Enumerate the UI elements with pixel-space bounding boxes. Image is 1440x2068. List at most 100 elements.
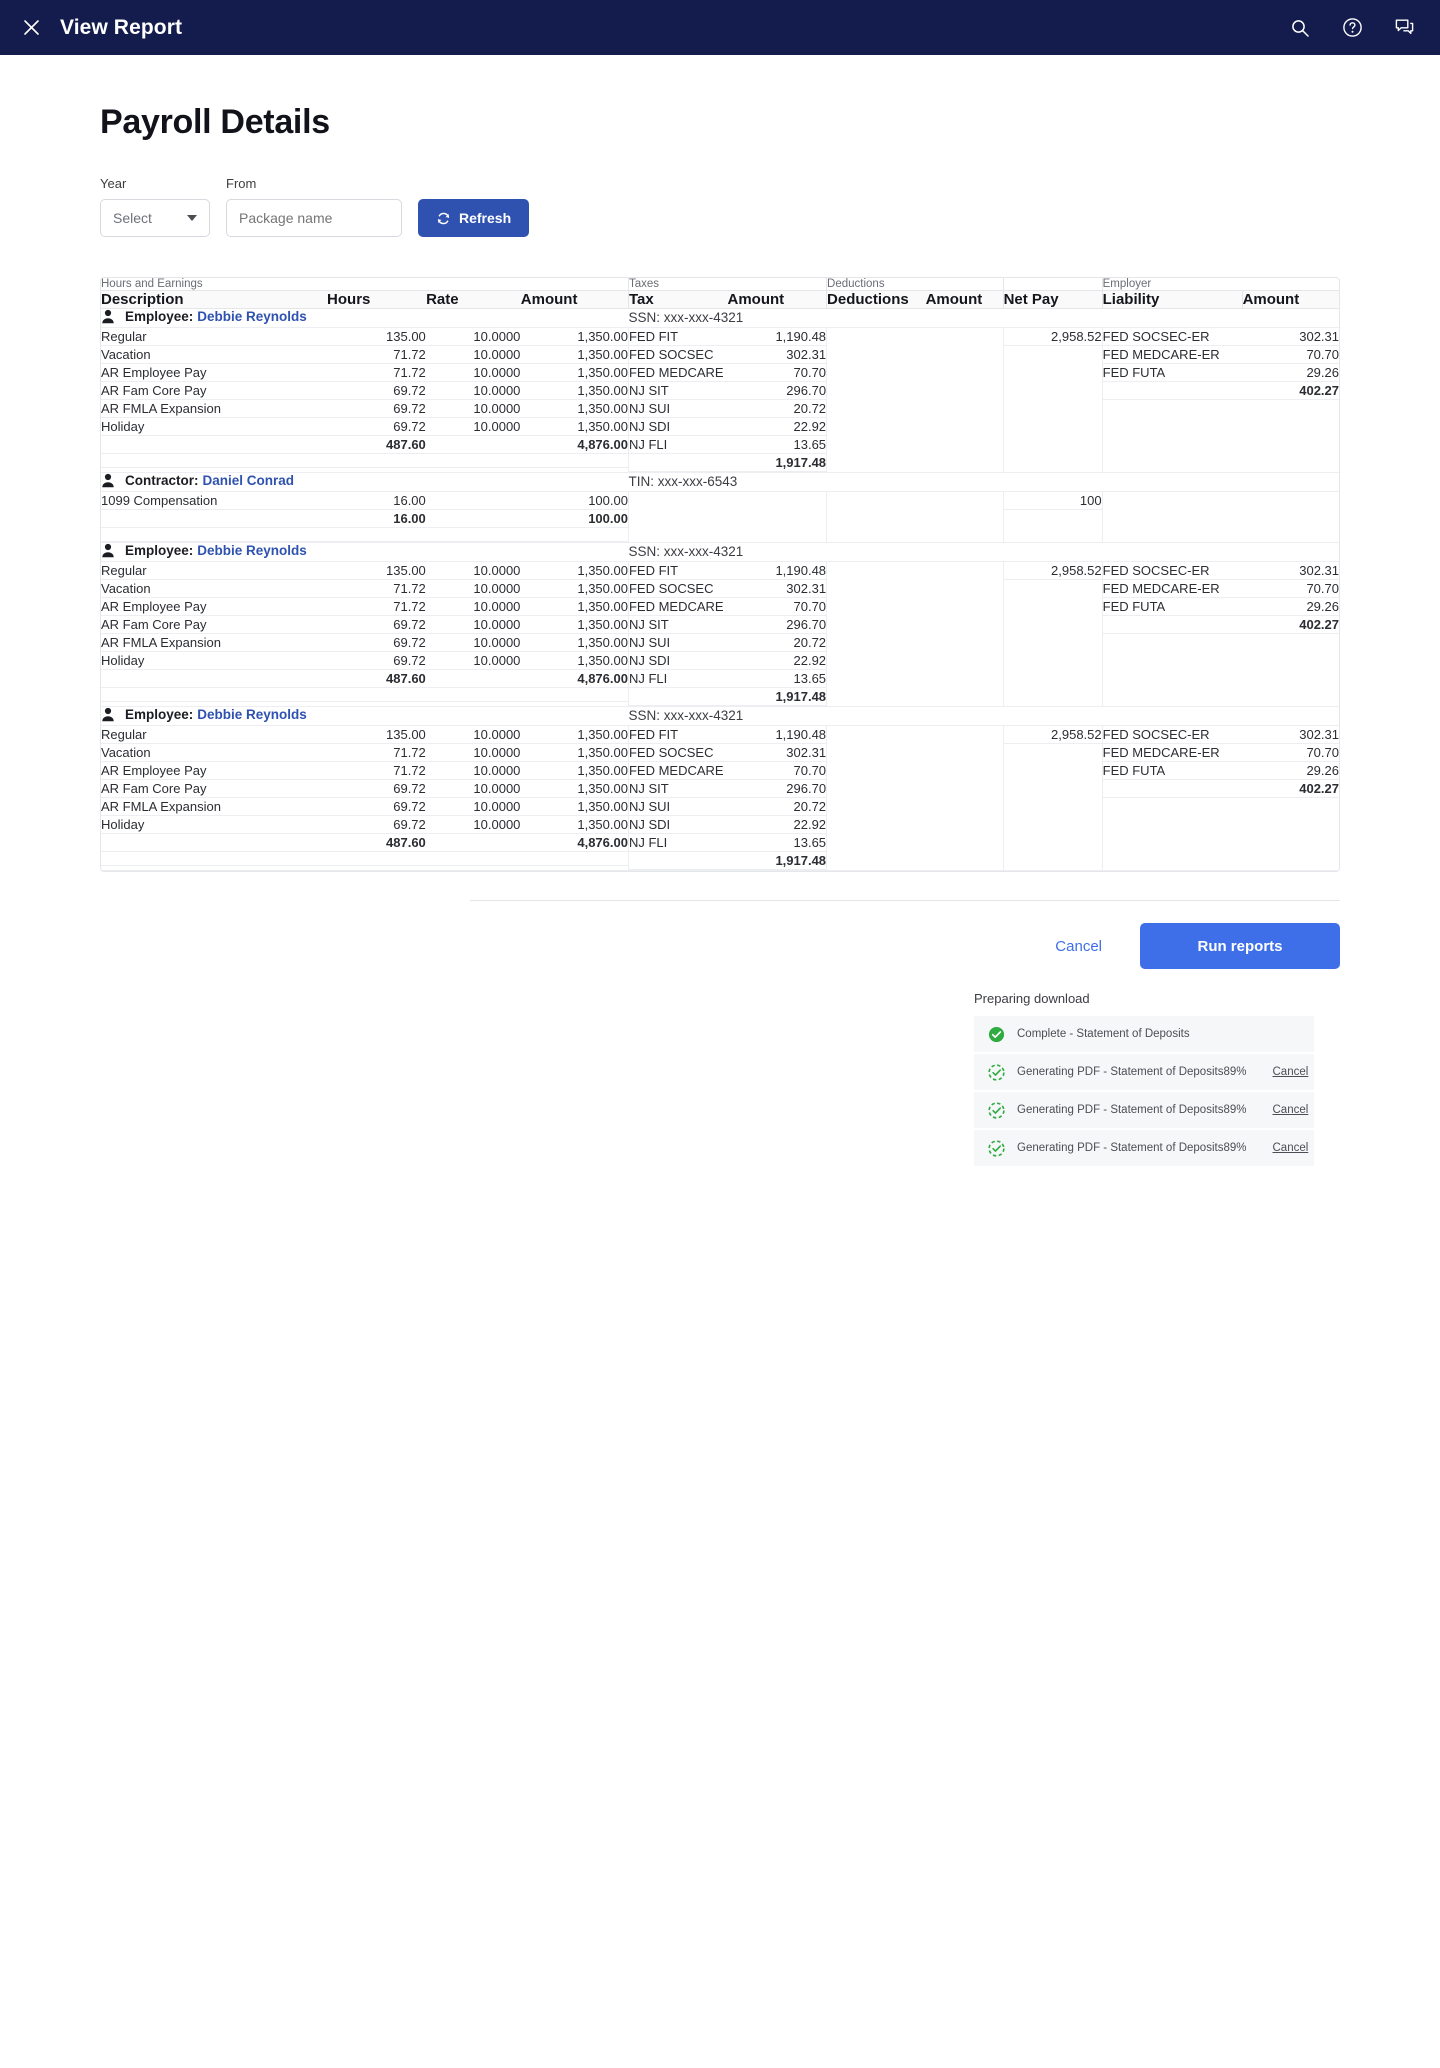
- taxes-total-spacer: [628, 851, 728, 870]
- download-row: Generating PDF - Statement of Deposits 89…: [974, 1130, 1314, 1166]
- earnings-total-hours: 487.60: [326, 435, 426, 454]
- download-cancel-link[interactable]: Cancel: [1273, 1142, 1309, 1154]
- refresh-button-label: Refresh: [459, 210, 512, 226]
- employer-total-spacer: [1102, 615, 1243, 634]
- column-header-hours: Hours: [327, 290, 427, 309]
- employer-row: FED MEDCARE-ER 70.70: [1102, 579, 1339, 598]
- column-header-tax-amount: Amount: [727, 290, 827, 309]
- tax-row: FED FIT 1,190.48: [628, 726, 827, 744]
- taxes-total-row: 1,917.48: [628, 453, 827, 472]
- person-name-link[interactable]: Debbie Reynolds: [197, 309, 307, 324]
- earnings-row: Regular 135.00 10.0000 1,350.00: [101, 328, 628, 346]
- net-pay-block: 2,958.52: [1003, 726, 1102, 744]
- footer-area: Cancel Run reports Preparing download Co…: [100, 872, 1340, 1166]
- refresh-button[interactable]: Refresh: [418, 199, 530, 237]
- downloads-panel: Preparing download Complete - Statement …: [974, 991, 1314, 1166]
- earnings-block: Regular 135.00 10.0000 1,350.00 Vacation 71.7…: [101, 726, 628, 866]
- earnings-total-rate-spacer: [425, 435, 521, 454]
- earnings-total-spacer: [101, 669, 327, 688]
- person-name-link[interactable]: Debbie Reynolds: [197, 543, 307, 558]
- net-pay-block: 100: [1003, 492, 1102, 510]
- person-identifier: SSN: xxx-xxx-4321: [628, 310, 744, 325]
- earnings-amount: 1,350.00: [520, 579, 628, 598]
- tax-name: FED FIT: [628, 726, 728, 744]
- footer-divider: [470, 900, 1340, 901]
- column-header-net-pay: Net Pay: [1002, 290, 1103, 309]
- page-body: Payroll Details Year Select From Package…: [0, 55, 1440, 1166]
- refresh-icon: [436, 211, 451, 226]
- column-header-description: Description: [101, 290, 328, 309]
- earnings-rate: [425, 492, 521, 510]
- tax-amount: 13.65: [727, 435, 827, 454]
- deductions-cell: [826, 327, 1004, 473]
- year-select[interactable]: Select: [100, 199, 210, 237]
- from-input[interactable]: [226, 199, 402, 237]
- earnings-amount: 100.00: [520, 492, 628, 510]
- earnings-description: 1099 Compensation: [101, 492, 327, 510]
- run-reports-button[interactable]: Run reports: [1140, 923, 1340, 969]
- earnings-rate: 10.0000: [425, 381, 521, 400]
- tax-row: NJ SDI 22.92: [628, 651, 827, 670]
- tax-amount: 302.31: [727, 579, 827, 598]
- help-icon[interactable]: [1340, 16, 1364, 40]
- tax-name: NJ SUI: [628, 633, 728, 652]
- person-info-cell: Contractor: Daniel Conrad: [101, 472, 629, 492]
- employer-amount: 302.31: [1242, 328, 1339, 346]
- person-name-link[interactable]: Daniel Conrad: [203, 473, 295, 488]
- earnings-rate: 10.0000: [425, 562, 521, 580]
- download-cancel-link[interactable]: Cancel: [1273, 1066, 1309, 1078]
- earnings-rate: 10.0000: [425, 597, 521, 616]
- person-name-link[interactable]: Debbie Reynolds: [197, 707, 307, 722]
- earnings-total-row: 487.60 4,876.00: [101, 435, 628, 454]
- section-data-row: Regular 135.00 10.0000 1,350.00 Vacation 71.7…: [101, 725, 1339, 871]
- earnings-hours: 69.72: [326, 399, 426, 418]
- person-kind-label: Contractor:: [125, 473, 199, 488]
- tax-row: NJ FLI 13.65: [628, 435, 827, 454]
- tax-row: NJ SUI 20.72: [628, 399, 827, 418]
- earnings-description: Holiday: [101, 417, 327, 436]
- close-icon[interactable]: [18, 15, 44, 41]
- taxes-total-spacer: [628, 453, 728, 472]
- employer-amount: 70.70: [1242, 579, 1339, 598]
- earnings-description: Regular: [101, 726, 327, 744]
- earnings-hours: 71.72: [326, 597, 426, 616]
- earnings-rate: 10.0000: [425, 345, 521, 364]
- tax-amount: 70.70: [727, 363, 827, 382]
- taxes-cell: FED FIT 1,190.48 FED SOCSEC 302.31 FED MEDCA…: [627, 327, 827, 473]
- download-cancel-link[interactable]: Cancel: [1273, 1104, 1309, 1116]
- person-identifier-cell: SSN: xxx-xxx-4321: [628, 542, 1339, 562]
- footer-actions: Cancel Run reports: [100, 923, 1340, 969]
- download-row: Generating PDF - Statement of Deposits 89…: [974, 1092, 1314, 1128]
- earnings-cell: Regular 135.00 10.0000 1,350.00 Vacation 71.7…: [101, 561, 629, 707]
- earnings-description: AR Fam Core Pay: [101, 381, 327, 400]
- search-icon[interactable]: [1288, 16, 1312, 40]
- employer-total-row: 402.27: [1102, 381, 1339, 400]
- column-header-liability: Liability: [1101, 290, 1243, 309]
- earnings-row: AR FMLA Expansion 69.72 10.0000 1,350.00: [101, 633, 628, 652]
- tax-name: FED MEDCARE: [628, 761, 728, 780]
- chat-icon[interactable]: [1392, 16, 1416, 40]
- employer-liability: FED MEDCARE-ER: [1102, 579, 1243, 598]
- earnings-amount: 1,350.00: [520, 345, 628, 364]
- column-header-deductions-amount: Amount: [925, 290, 1004, 309]
- download-row: Generating PDF - Statement of Deposits 89…: [974, 1054, 1314, 1090]
- earnings-pad: [101, 453, 628, 468]
- tax-row: FED SOCSEC 302.31: [628, 579, 827, 598]
- earnings-amount: 1,350.00: [520, 797, 628, 816]
- deductions-cell: [826, 725, 1004, 871]
- employer-total-amount: 402.27: [1242, 615, 1339, 634]
- tax-amount: 13.65: [727, 833, 827, 852]
- tax-amount: 1,190.48: [727, 562, 827, 580]
- person-icon: [101, 543, 115, 558]
- earnings-row: AR FMLA Expansion 69.72 10.0000 1,350.00: [101, 399, 628, 418]
- column-header-liability-amount: Amount: [1241, 290, 1339, 309]
- tax-name: FED MEDCARE: [628, 597, 728, 616]
- check-circle-filled-icon: [988, 1025, 1006, 1043]
- chevron-down-icon: [187, 215, 197, 221]
- earnings-row: AR Employee Pay 71.72 10.0000 1,350.00: [101, 761, 628, 780]
- employer-amount: 70.70: [1242, 345, 1339, 364]
- earnings-description: AR Employee Pay: [101, 597, 327, 616]
- tax-name: NJ SDI: [628, 417, 728, 436]
- person-icon: [101, 473, 115, 488]
- cancel-button[interactable]: Cancel: [1043, 928, 1114, 965]
